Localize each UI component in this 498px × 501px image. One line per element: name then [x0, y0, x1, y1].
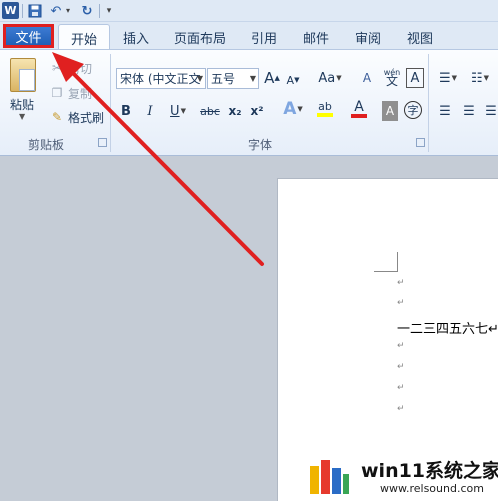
paragraph-mark: ↵ — [397, 362, 405, 372]
numbering-button[interactable]: ☷ ▼ — [468, 68, 492, 88]
copy-label: 复制 — [68, 86, 93, 101]
strikethrough-button[interactable]: abc — [198, 101, 222, 121]
paragraph-mark: ↵ — [397, 383, 405, 393]
group-divider — [110, 54, 111, 152]
paste-dropdown-icon[interactable]: ▼ — [19, 112, 25, 121]
align-center-button[interactable]: ☰ — [460, 101, 478, 121]
italic-button[interactable]: I — [142, 101, 158, 121]
font-size-combo[interactable]: 五号 ▼ — [207, 68, 259, 89]
copy-icon: ❐ — [51, 86, 63, 100]
clear-formatting-icon: A — [362, 71, 372, 85]
text-effects-button[interactable]: A ▼ — [280, 99, 306, 119]
group-divider — [428, 54, 429, 152]
document-page[interactable] — [277, 178, 498, 501]
underline-icon: U — [170, 103, 180, 119]
tab-review[interactable]: 审阅 — [348, 24, 388, 50]
tab-insert[interactable]: 插入 — [116, 24, 156, 50]
bullets-icon: ☰ — [438, 70, 451, 86]
font-size-dropdown-icon[interactable]: ▼ — [250, 74, 256, 83]
shrink-font-icon: A — [286, 73, 295, 87]
paste-icon[interactable] — [10, 58, 36, 92]
highlight-icon: ab — [318, 100, 332, 113]
tab-references[interactable]: 引用 — [244, 24, 284, 50]
align-right-icon: ☰ — [485, 103, 497, 119]
font-color-swatch — [351, 114, 367, 118]
font-color-icon: A — [354, 99, 364, 115]
copy-button[interactable]: ❐ 复制 — [50, 84, 92, 102]
grow-font-icon: A — [264, 69, 275, 87]
ribbon-tab-bar: 文件 开始 插入 页面布局 引用 邮件 审阅 视图 — [0, 22, 498, 51]
save-icon[interactable] — [27, 3, 43, 19]
document-text-line[interactable]: 一二三四五六七↵ — [397, 318, 498, 337]
grow-font-button[interactable]: A ▲ — [264, 68, 280, 88]
paragraph-mark: ↵ — [397, 341, 405, 351]
customize-qat-icon[interactable]: ▾ — [104, 3, 114, 19]
font-dialog-launcher-icon[interactable] — [416, 138, 425, 147]
font-name-value: 宋体 (中文正文 — [120, 72, 201, 86]
font-group-label: 字体 — [247, 138, 272, 152]
undo-dropdown-icon[interactable]: ▾ — [64, 3, 72, 19]
quick-access-toolbar: W ↶ ▾ ↻ ▾ — [0, 0, 498, 22]
cut-label: 剪切 — [68, 61, 93, 76]
format-painter-label: 格式刷 — [68, 110, 105, 125]
ribbon-home: 粘贴 ▼ ✂ 剪切 ❐ 复制 ✎ 格式刷 剪贴板 宋体 (中文正文 ▼ 五号 ▼… — [0, 49, 498, 156]
numbering-icon: ☷ — [470, 70, 483, 86]
watermark-logo-icon — [310, 460, 349, 494]
watermark-title: win11系统之家 — [361, 460, 498, 482]
tab-page-layout[interactable]: 页面布局 — [168, 24, 232, 50]
font-size-value: 五号 — [211, 72, 236, 86]
paragraph-mark: ↵ — [397, 298, 405, 308]
enclose-characters-button[interactable]: 字 — [404, 101, 422, 119]
undo-icon[interactable]: ↶ — [49, 3, 63, 19]
superscript-button[interactable]: x² — [248, 101, 266, 121]
align-left-button[interactable]: ☰ — [436, 101, 454, 121]
redo-icon[interactable]: ↻ — [80, 3, 94, 19]
scissors-icon: ✂ — [51, 61, 63, 75]
text-effects-icon: A — [283, 99, 297, 119]
phonetic-guide-char: 文 — [385, 74, 398, 88]
align-right-button[interactable]: ☰ — [484, 101, 498, 121]
tab-view[interactable]: 视图 — [400, 24, 440, 50]
phonetic-guide-button[interactable]: wén 文 — [380, 64, 404, 90]
cut-button[interactable]: ✂ 剪切 — [50, 59, 92, 77]
align-center-icon: ☰ — [463, 103, 475, 119]
change-case-button[interactable]: Aa ▼ — [316, 68, 344, 88]
subscript-button[interactable]: x₂ — [226, 101, 244, 121]
highlight-color-swatch — [317, 113, 333, 117]
watermark: win11系统之家 www.relsound.com — [308, 456, 498, 498]
tab-mailings[interactable]: 邮件 — [296, 24, 336, 50]
paragraph-mark: ↵ — [397, 404, 405, 414]
qat-divider — [99, 4, 100, 18]
clipboard-dialog-launcher-icon[interactable] — [98, 138, 107, 147]
paintbrush-icon: ✎ — [51, 110, 63, 124]
align-left-icon: ☰ — [439, 103, 451, 119]
paste-button-label[interactable]: 粘贴 — [10, 96, 34, 113]
character-shading-button[interactable]: A — [382, 101, 398, 121]
page-margin-marker — [374, 252, 398, 272]
qat-divider — [22, 4, 23, 18]
paragraph-mark: ↵ — [397, 278, 405, 288]
change-case-icon: Aa — [318, 70, 336, 86]
bold-button[interactable]: B — [118, 101, 134, 121]
highlight-button[interactable]: ab — [310, 99, 340, 119]
tab-file[interactable]: 文件 — [3, 24, 54, 48]
underline-button[interactable]: U ▼ — [166, 101, 190, 121]
word-app-icon[interactable]: W — [2, 2, 19, 19]
character-border-button[interactable]: A — [406, 68, 424, 88]
tab-home[interactable]: 开始 — [58, 24, 110, 51]
bullets-button[interactable]: ☰ ▼ — [436, 68, 460, 88]
character-border-icon: A — [410, 70, 420, 86]
clipboard-group-label: 剪贴板 — [27, 138, 64, 152]
font-color-button[interactable]: A — [344, 99, 374, 119]
shrink-font-button[interactable]: A ▼ — [286, 70, 300, 90]
watermark-url: www.relsound.com — [380, 482, 484, 495]
clear-formatting-button[interactable]: A — [358, 68, 376, 88]
format-painter-button[interactable]: ✎ 格式刷 — [50, 108, 104, 126]
font-name-dropdown-icon[interactable]: ▼ — [197, 74, 203, 83]
font-name-combo[interactable]: 宋体 (中文正文 ▼ — [116, 68, 206, 89]
